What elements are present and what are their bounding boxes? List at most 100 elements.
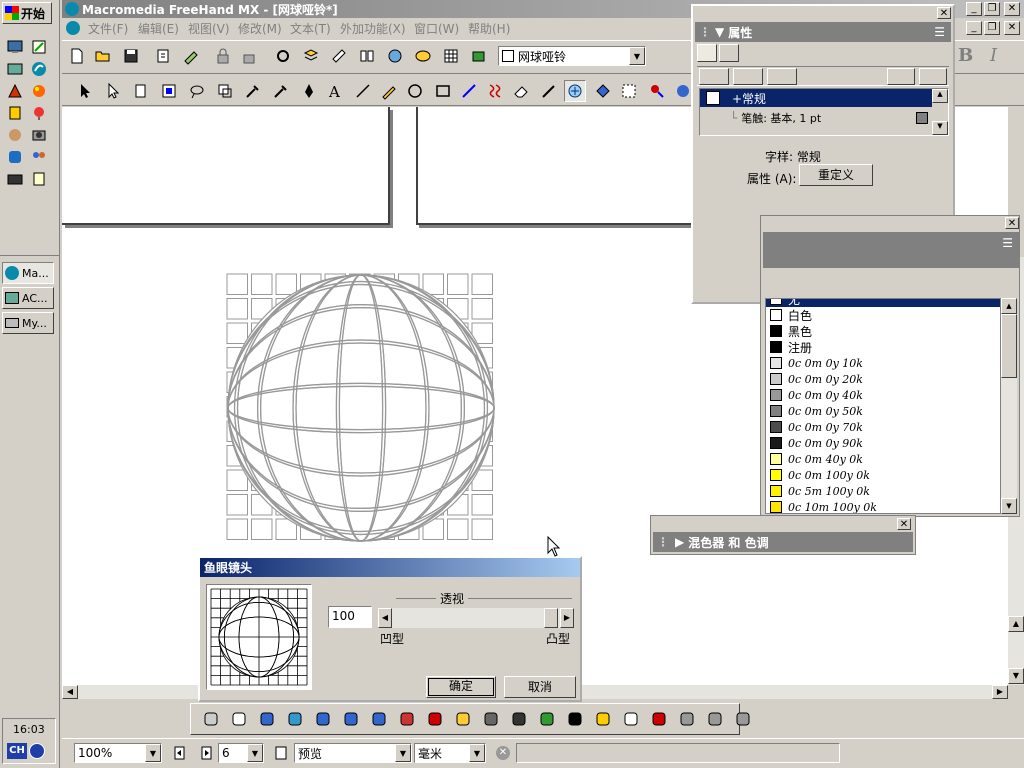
- swatch-item[interactable]: 0c 10m 100y 0k: [770, 499, 1000, 513]
- wave-icon[interactable]: [592, 708, 614, 730]
- mixer-close-icon[interactable]: ✕: [897, 518, 911, 530]
- language-indicator[interactable]: CH: [7, 743, 27, 759]
- expand-triangle-icon[interactable]: ▶: [675, 535, 684, 549]
- swatch-scroll-down[interactable]: ▼: [1001, 498, 1017, 514]
- quick-launch-freehand-icon[interactable]: [27, 58, 51, 80]
- open-folder-icon[interactable]: [92, 45, 114, 67]
- restore-button[interactable]: ❐: [984, 2, 1000, 16]
- quick-launch-paint-icon[interactable]: [3, 80, 27, 102]
- swatch-item[interactable]: 注册: [770, 339, 1000, 355]
- gradient-icon[interactable]: [564, 708, 586, 730]
- swatches-menu-icon[interactable]: ☰: [1002, 236, 1013, 250]
- quick-launch-face-icon[interactable]: [3, 124, 27, 146]
- close-button[interactable]: ✕: [1004, 2, 1020, 16]
- bucket-tool-icon[interactable]: [592, 80, 614, 102]
- slider-thumb[interactable]: [544, 608, 558, 628]
- add-fill-icon[interactable]: [733, 68, 763, 85]
- swatch-item[interactable]: 0c 0m 0y 70k: [770, 419, 1000, 435]
- swatch-tool-icon[interactable]: [384, 45, 406, 67]
- roughen-icon[interactable]: [312, 708, 334, 730]
- next-page-icon[interactable]: [196, 742, 218, 764]
- chevron-down-icon[interactable]: ▼: [395, 744, 411, 762]
- menu-text[interactable]: 文本(T): [290, 20, 331, 37]
- menu-help[interactable]: 帮助(H): [468, 20, 510, 37]
- swatch-item[interactable]: 0c 0m 0y 20k: [770, 371, 1000, 387]
- task-button-mycomputer[interactable]: My...: [2, 312, 54, 334]
- redefine-button[interactable]: 重定义: [799, 164, 873, 186]
- perspective-slider[interactable]: ◀ ▶: [378, 608, 574, 628]
- swatch-item[interactable]: 0c 0m 0y 10k: [770, 355, 1000, 371]
- fisheye-grid-artwork[interactable]: [226, 273, 496, 543]
- ok-button[interactable]: 确定: [426, 676, 496, 698]
- collapse-triangle-icon[interactable]: ▼: [715, 25, 724, 39]
- menu-file[interactable]: 文件(F): [88, 20, 128, 37]
- doc-close-button[interactable]: ✕: [1004, 21, 1020, 35]
- tree-scroll-up[interactable]: ▲: [932, 89, 948, 103]
- quick-launch-people-icon[interactable]: [27, 146, 51, 168]
- cancel-operation-icon[interactable]: ✕: [496, 746, 510, 760]
- bucket-icon[interactable]: [732, 708, 754, 730]
- spiral-icon[interactable]: [536, 708, 558, 730]
- export-icon[interactable]: [180, 45, 202, 67]
- menu-view[interactable]: 视图(V): [188, 20, 230, 37]
- trash-icon[interactable]: [919, 68, 947, 85]
- smudge-icon[interactable]: [508, 708, 530, 730]
- tree-scroll-down[interactable]: ▼: [932, 121, 948, 135]
- blend-icon[interactable]: [704, 708, 726, 730]
- add-stroke-icon[interactable]: [699, 68, 729, 85]
- swatch-item[interactable]: 黑色: [770, 323, 1000, 339]
- swatch-item[interactable]: 0c 0m 0y 40k: [770, 387, 1000, 403]
- line-tool-icon[interactable]: [352, 80, 374, 102]
- document-select[interactable]: 网球哑铃 ▼: [498, 46, 646, 66]
- view-mode-select[interactable]: 预览 ▼: [294, 743, 412, 763]
- add-effect-icon[interactable]: [767, 68, 797, 85]
- styles-icon[interactable]: [328, 45, 350, 67]
- pen-tool-icon[interactable]: [298, 80, 320, 102]
- doc-restore-button[interactable]: ❐: [984, 21, 1000, 35]
- properties-tree[interactable]: +常规 └ 笔触: 基本, 1 pt ▲ ▼: [699, 88, 949, 136]
- swatches-title-bar[interactable]: ☰: [763, 232, 1019, 268]
- bold-icon[interactable]: B: [958, 45, 973, 66]
- quick-launch-camera-icon[interactable]: [27, 124, 51, 146]
- quick-launch-palette-icon[interactable]: [27, 80, 51, 102]
- eyedropper-tool-icon[interactable]: [242, 80, 264, 102]
- chevron-down-icon[interactable]: ▼: [469, 744, 485, 762]
- import-icon[interactable]: [152, 45, 174, 67]
- fractalize-icon[interactable]: [340, 708, 362, 730]
- freeform-tool-icon[interactable]: [186, 80, 208, 102]
- scale-tool-icon[interactable]: [214, 80, 236, 102]
- swatch-item[interactable]: 0c 5m 100y 0k: [770, 483, 1000, 499]
- emboss-icon[interactable]: [368, 708, 390, 730]
- quick-launch-image-icon[interactable]: [3, 58, 27, 80]
- twirl-icon[interactable]: [676, 708, 698, 730]
- perspective-value-input[interactable]: 100: [328, 606, 372, 628]
- pointer-tool-icon[interactable]: [74, 80, 96, 102]
- swatches-close-icon[interactable]: ✕: [1005, 217, 1019, 229]
- stroke-color-icon[interactable]: [916, 112, 928, 124]
- chevron-down-icon[interactable]: ▼: [629, 47, 645, 65]
- library-icon[interactable]: [356, 45, 378, 67]
- mixer-title-bar[interactable]: ⋮ ▶ 混色器 和 色调: [653, 532, 913, 552]
- quick-launch-blue-icon[interactable]: [3, 146, 27, 168]
- task-button-acdsee[interactable]: AC...: [2, 287, 54, 309]
- duplicate-item-icon[interactable]: [887, 68, 915, 85]
- lasso-tool-icon[interactable]: [158, 80, 180, 102]
- cancel-button[interactable]: 取消: [504, 676, 576, 698]
- grid-icon[interactable]: [440, 45, 462, 67]
- quick-launch-mail-icon[interactable]: [3, 168, 27, 190]
- fisheye-tool-icon[interactable]: [564, 80, 586, 102]
- chevron-down-icon[interactable]: ▼: [247, 744, 263, 762]
- swatch-scroll-thumb[interactable]: [1001, 314, 1017, 378]
- lock-icon[interactable]: [212, 45, 234, 67]
- swatch-scrollbar[interactable]: ▲ ▼: [1001, 298, 1017, 514]
- knife-tool-icon[interactable]: [458, 80, 480, 102]
- ellipse-tool-icon[interactable]: [404, 80, 426, 102]
- scroll-right-button[interactable]: ▶: [992, 685, 1008, 699]
- save-icon[interactable]: [120, 45, 142, 67]
- tab-object-icon[interactable]: [697, 44, 717, 62]
- square-icon[interactable]: [648, 708, 670, 730]
- ime-icon[interactable]: [29, 743, 45, 759]
- properties-close-icon[interactable]: ✕: [937, 7, 951, 19]
- new-file-icon[interactable]: [66, 45, 88, 67]
- page-tool-icon[interactable]: [130, 80, 152, 102]
